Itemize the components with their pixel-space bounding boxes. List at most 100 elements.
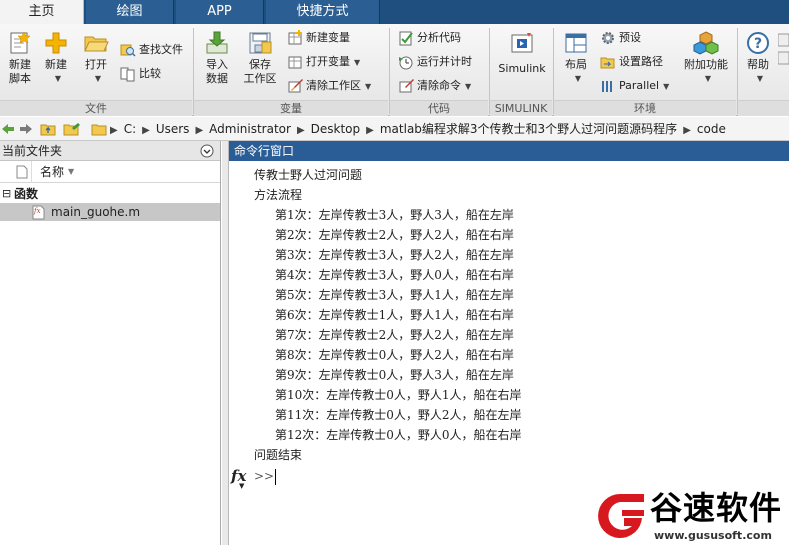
compare-button[interactable]: 比较 bbox=[120, 64, 161, 84]
open-label: 打开 bbox=[85, 58, 107, 71]
addons-button[interactable]: 附加功能 ▼ bbox=[680, 28, 732, 98]
save-workspace-label-1: 保存 bbox=[249, 58, 271, 71]
address-folder-icon bbox=[91, 124, 107, 136]
watermark-logo: 谷速软件 www.gususoft.com bbox=[592, 488, 789, 545]
ribbon-overflow[interactable] bbox=[777, 28, 789, 98]
clear-commands-icon bbox=[399, 79, 414, 93]
save-workspace-icon bbox=[249, 32, 272, 54]
output-line: 第3次：左岸传教士3人，野人2人，船在左岸 bbox=[275, 248, 514, 262]
output-line: 第9次：左岸传教士0人，野人3人，船在左岸 bbox=[275, 368, 514, 382]
path-segment[interactable]: Users bbox=[156, 122, 190, 136]
new-script-button[interactable]: 新建 脚本 bbox=[0, 28, 40, 98]
open-button[interactable]: 打开 ▼ bbox=[76, 28, 116, 98]
clear-workspace-icon bbox=[288, 79, 303, 93]
output-line: 第6次：左岸传教士1人，野人1人，船在右岸 bbox=[275, 308, 514, 322]
watermark-name: 谷速软件 bbox=[650, 489, 783, 527]
tab-home[interactable]: 主页 bbox=[0, 0, 84, 24]
tab-plots[interactable]: 绘图 bbox=[86, 0, 174, 24]
new-script-icon bbox=[10, 31, 31, 54]
clear-commands-button[interactable]: 清除命令 ▼ bbox=[398, 76, 471, 96]
addons-label: 附加功能 bbox=[684, 58, 728, 71]
layout-button[interactable]: 布局 ▼ bbox=[556, 28, 596, 98]
open-caret-icon[interactable]: ▼ bbox=[80, 72, 116, 86]
help-caret-icon[interactable]: ▼ bbox=[744, 72, 776, 86]
tab-shortcuts[interactable]: 快捷方式 bbox=[266, 0, 380, 24]
parallel-caret-icon[interactable]: ▼ bbox=[663, 82, 669, 91]
output-line: 第2次：左岸传教士2人，野人2人，船在右岸 bbox=[275, 228, 514, 242]
output-line: 第5次：左岸传教士3人，野人1人，船在左岸 bbox=[275, 288, 514, 302]
back-arrow-icon[interactable] bbox=[1, 122, 15, 136]
clear-workspace-caret-icon[interactable]: ▼ bbox=[365, 82, 371, 91]
new-variable-button[interactable]: 新建变量 bbox=[287, 28, 350, 48]
output-line: 问题结束 bbox=[254, 448, 303, 462]
forward-arrow-icon[interactable] bbox=[19, 122, 33, 136]
clear-commands-caret-icon[interactable]: ▼ bbox=[465, 82, 471, 91]
ribbon: 新建 脚本 新建 ▼ 打开 ▼ 查找文件 比较 文件 导入 数据 保存 工作区 … bbox=[0, 24, 789, 116]
path-segment[interactable]: code bbox=[697, 122, 726, 136]
analyze-code-label: 分析代码 bbox=[417, 31, 461, 44]
addons-caret-icon[interactable]: ▼ bbox=[684, 72, 732, 86]
svg-text:?: ? bbox=[754, 36, 762, 52]
tab-apps[interactable]: APP bbox=[176, 0, 264, 24]
find-files-label: 查找文件 bbox=[139, 43, 183, 56]
import-data-button[interactable]: 导入 数据 bbox=[197, 28, 237, 98]
current-folder-panel: 当前文件夹 名称 ▼ ⊟ 函数 fx main_guohe.m bbox=[0, 141, 221, 545]
fx-caret-icon[interactable]: ▼ bbox=[239, 476, 244, 496]
clear-commands-label: 清除命令 bbox=[417, 79, 461, 92]
sort-caret-icon[interactable]: ▼ bbox=[68, 161, 74, 183]
path-separator-icon: ▶ bbox=[195, 125, 204, 136]
path-separator-icon: ▶ bbox=[366, 125, 374, 136]
output-line: 方法流程 bbox=[254, 188, 303, 202]
find-files-button[interactable]: 查找文件 bbox=[120, 40, 183, 60]
help-button[interactable]: ? 帮助 ▼ bbox=[740, 28, 776, 98]
file-row-main-guohe[interactable]: fx main_guohe.m bbox=[0, 203, 220, 221]
save-workspace-button[interactable]: 保存 工作区 bbox=[238, 28, 282, 98]
column-divider bbox=[31, 161, 32, 183]
tree-group-functions[interactable]: ⊟ 函数 bbox=[0, 185, 220, 203]
open-variable-button[interactable]: 打开变量 ▼ bbox=[287, 52, 360, 72]
run-and-time-label: 运行并计时 bbox=[417, 55, 472, 68]
open-variable-icon bbox=[288, 56, 302, 69]
compare-label: 比较 bbox=[139, 67, 161, 80]
path-segment[interactable]: Administrator bbox=[209, 122, 291, 136]
simulink-button[interactable]: Simulink bbox=[494, 28, 550, 98]
path-segment[interactable]: matlab编程求解3个传教士和3个野人过河问题源码程序 bbox=[380, 122, 677, 136]
path-breadcrumb[interactable]: ▶ C: ▶ Users ▶ Administrator ▶ Desktop ▶ matlab编程… bbox=[110, 120, 732, 138]
group-label-file: 文件 bbox=[0, 100, 192, 116]
preferences-button[interactable]: 预设 bbox=[600, 28, 641, 48]
analyze-code-button[interactable]: 分析代码 bbox=[398, 28, 461, 48]
new-caret-icon[interactable]: ▼ bbox=[40, 72, 76, 86]
open-variable-caret-icon[interactable]: ▼ bbox=[354, 58, 360, 67]
panel-actions-icon[interactable] bbox=[200, 144, 214, 158]
collapse-icon[interactable]: ⊟ bbox=[2, 185, 11, 203]
output-line: 第12次：左岸传教士0人，野人0人，船在右岸 bbox=[275, 428, 522, 442]
panel-splitter[interactable] bbox=[222, 141, 229, 545]
layout-caret-icon[interactable]: ▼ bbox=[560, 72, 596, 86]
path-segment[interactable]: C: bbox=[124, 122, 136, 136]
up-folder-icon[interactable] bbox=[40, 121, 56, 137]
community-icon bbox=[777, 33, 789, 65]
set-path-icon bbox=[600, 57, 615, 69]
current-folder-title: 当前文件夹 bbox=[2, 144, 63, 158]
name-column-header[interactable]: 名称 bbox=[40, 161, 64, 183]
parallel-button[interactable]: Parallel ▼ bbox=[600, 76, 669, 96]
output-line: 第1次：左岸传教士3人，野人3人，船在左岸 bbox=[275, 208, 514, 222]
path-segment[interactable]: Desktop bbox=[311, 122, 361, 136]
clear-workspace-button[interactable]: 清除工作区 ▼ bbox=[287, 76, 371, 96]
set-path-button[interactable]: 设置路径 bbox=[600, 52, 663, 72]
path-separator-icon: ▶ bbox=[110, 125, 118, 136]
group-label-variable: 变量 bbox=[194, 100, 388, 116]
run-and-time-button[interactable]: 运行并计时 bbox=[398, 52, 472, 72]
new-variable-label: 新建变量 bbox=[306, 31, 350, 44]
text-cursor[interactable] bbox=[275, 469, 276, 485]
new-button[interactable]: 新建 ▼ bbox=[36, 28, 76, 98]
preferences-label: 预设 bbox=[619, 31, 641, 44]
browse-folder-icon[interactable] bbox=[63, 121, 81, 137]
group-label-code: 代码 bbox=[390, 100, 488, 116]
output-line: 第8次：左岸传教士0人，野人2人，船在右岸 bbox=[275, 348, 514, 362]
output-line: 第7次：左岸传教士2人，野人2人，船在左岸 bbox=[275, 328, 514, 342]
folder-open-icon bbox=[84, 36, 109, 52]
function-file-icon: fx bbox=[32, 205, 45, 220]
command-prompt: >> bbox=[254, 469, 275, 483]
svg-text:fx: fx bbox=[33, 207, 41, 215]
